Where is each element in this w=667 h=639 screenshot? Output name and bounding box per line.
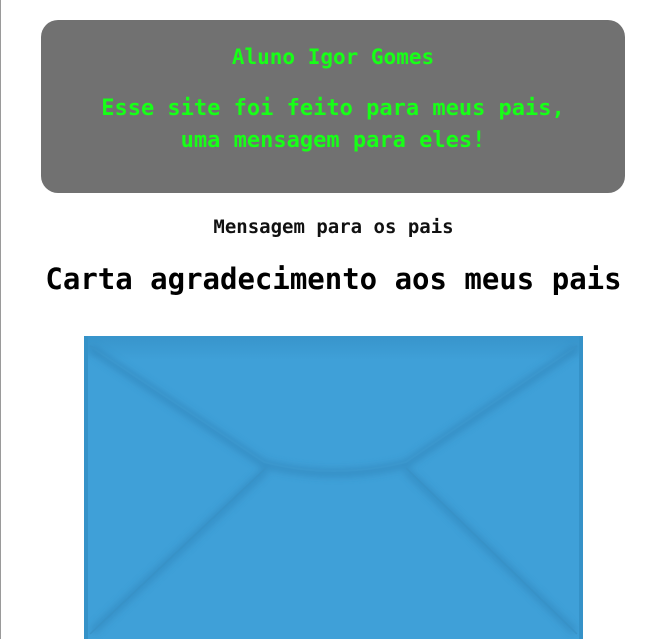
author-name: Aluno Igor Gomes <box>231 45 435 69</box>
site-tagline: Esse site foi feito para meus pais, uma … <box>41 93 625 157</box>
tagline-line-1: Esse site foi feito para meus pais, <box>101 96 565 121</box>
envelope-graphic <box>84 336 583 639</box>
page-subtitle: Mensagem para os pais <box>213 216 454 238</box>
envelope-icon[interactable] <box>84 336 583 639</box>
window-border <box>0 0 1 639</box>
tagline-line-2: uma mensagem para eles! <box>180 128 486 153</box>
header-banner: Aluno Igor Gomes Esse site foi feito par… <box>41 20 625 193</box>
page-title: Carta agradecimento aos meus pais <box>45 262 622 296</box>
